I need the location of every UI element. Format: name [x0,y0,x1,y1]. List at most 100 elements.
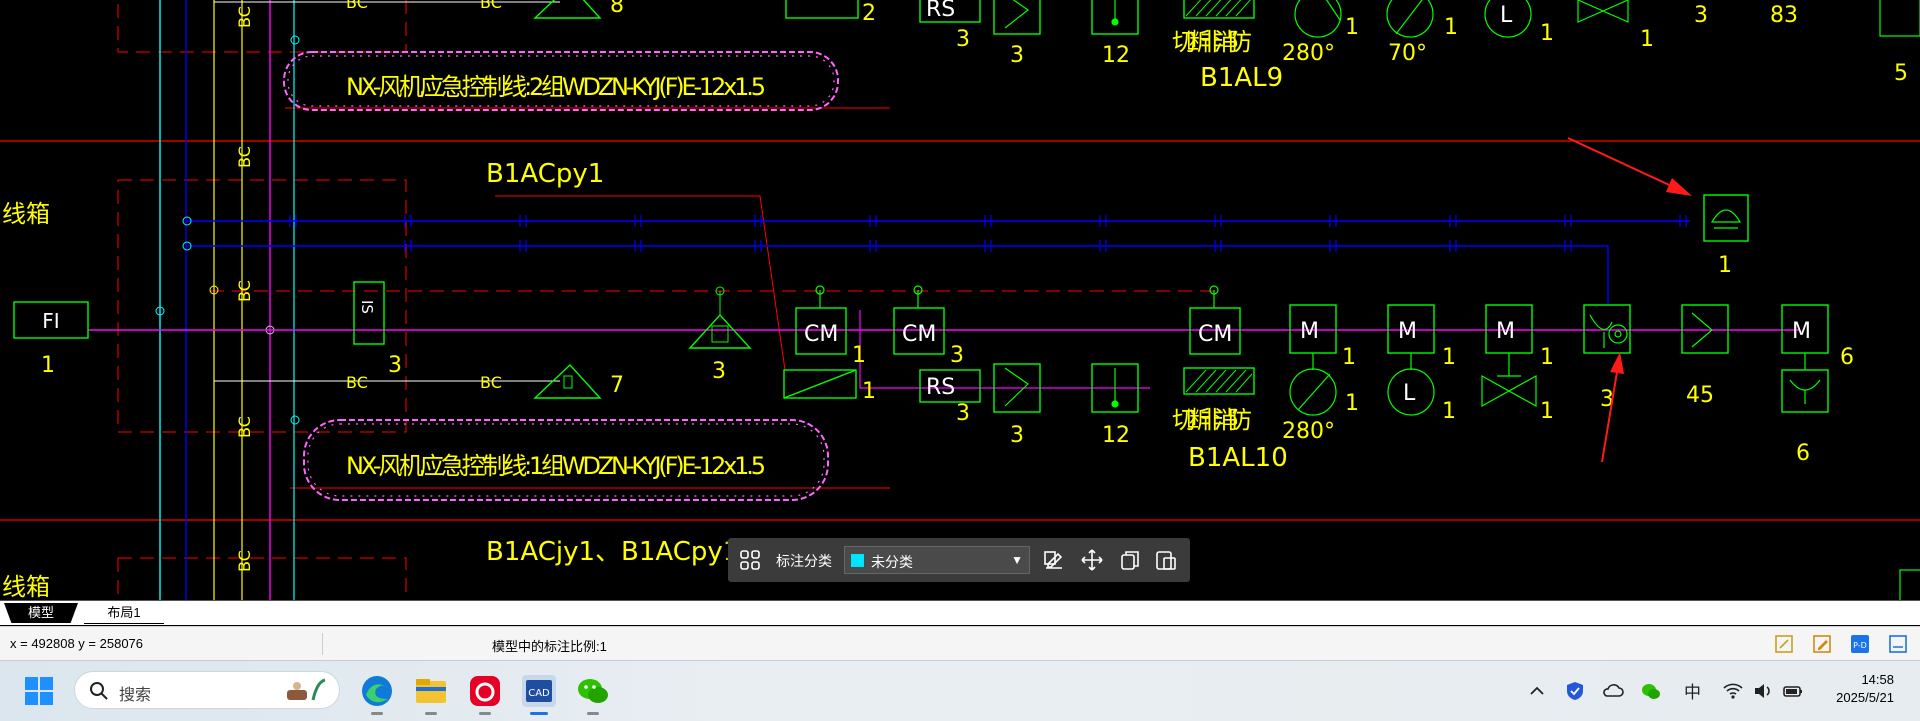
circuit-label-b1acpy1: B1ACpy1 [486,159,604,189]
tab-layout1[interactable]: 布局1 [84,603,164,624]
count-label: 5 [1894,61,1908,86]
cm-label: CM [1198,322,1232,347]
motor-accessories [1289,0,1920,600]
fi-label: FI [42,309,59,333]
edge-icon[interactable] [358,673,396,715]
box-label: 线箱 [2,573,50,600]
fire-valve-icon[interactable] [688,286,752,349]
is-count: 3 [388,353,402,378]
count-label: 1 [1342,345,1356,370]
netease-music-icon[interactable] [466,673,504,715]
annotation-scale-text: 模型中的标注比例:1 [492,639,607,654]
count-label: 1 [1540,345,1554,370]
svg-text:P-D: P-D [1853,641,1867,650]
count-label: 3 [1694,3,1708,28]
count-label: 3 [956,401,970,426]
svg-text:BC: BC [235,280,254,302]
is-label: IS [358,300,376,314]
system-clock[interactable]: 14:58 2025/5/21 [1836,671,1894,707]
svg-text:BC: BC [480,373,502,392]
speaker-icon[interactable] [533,0,602,19]
ime-indicator[interactable]: 中 [1684,678,1701,703]
count-label: 1 [1345,15,1359,40]
count-label: 45 [1686,383,1714,408]
l-label: L [1403,381,1416,406]
count-label: 1 [1345,391,1359,416]
cutoff-label: 切断非消防 [1172,28,1252,56]
count-label: 1 [862,379,876,404]
dashed-frame [117,557,407,600]
cutoff-block[interactable] [1183,367,1255,395]
svg-text:BC: BC [346,373,368,392]
cloud-text-bottom: NX-风机应急控制线:1组WDZN-KYJ(F)E-12x1.5 [346,452,766,480]
edit-icon[interactable] [1042,548,1066,572]
count-label: 2 [862,1,876,26]
svg-text:BC: BC [235,416,254,438]
count-label: 12 [1102,423,1130,448]
wechat-tray-icon[interactable] [1640,680,1662,702]
telephone-count: 1 [1718,253,1732,278]
wifi-icon[interactable] [1722,680,1744,702]
l-label: L [1500,3,1513,28]
count-label: 3 [1010,423,1024,448]
cad-drawing-canvas[interactable]: FI 1 线箱 线箱 BC BC BC BC BC BC BC BC BC IS… [0,0,1920,600]
motor-label: M [1398,319,1417,344]
annotation-category-select[interactable]: 未分类 ▼ [844,546,1030,574]
search-icon [90,682,108,700]
b1al10-label: B1AL10 [1188,443,1288,473]
control-box[interactable] [785,0,859,19]
annotation-toggle-icon[interactable] [1774,634,1794,654]
svg-text:BC: BC [235,6,254,28]
svg-text:BC: BC [346,0,368,12]
status-divider [322,633,323,655]
annotation-category-label: 标注分类 [776,553,832,569]
paste-icon[interactable] [1154,548,1178,572]
annotation-toolbar: 标注分类 未分类 ▼ [728,538,1190,582]
motor-label: M [1792,319,1811,344]
count-label: 3 [956,27,970,52]
degree-label: 280° [1282,419,1335,444]
wechat-icon[interactable] [574,673,612,715]
coordinate-readout: x = 492808 y = 258076 [10,636,144,651]
count-label: 1 [1540,399,1554,424]
markup-edit-icon[interactable] [1812,634,1832,654]
cad-viewer-icon[interactable]: CAD [520,673,558,715]
clock-time: 14:58 [1861,672,1894,687]
copy-icon[interactable] [1118,548,1142,572]
cm-label: CM [902,322,936,347]
telephone-box[interactable] [1703,194,1749,242]
count-label: 83 [1770,3,1798,28]
defender-icon[interactable] [1564,680,1586,702]
windows-start-icon[interactable] [24,676,54,706]
s-device-box[interactable] [993,0,1041,35]
taskbar-search-box[interactable]: 搜索 [74,671,340,709]
degree-label: 70° [1388,41,1427,66]
speaker-count: 7 [610,373,624,398]
file-explorer-icon[interactable] [412,673,450,715]
cloud-text-top: NX-风机应急控制线:2组WDZN-KYJ(F)E-12x1.5 [346,73,766,101]
battery-icon[interactable] [1782,680,1804,702]
layout-tab-bar: 模型 布局1 [0,600,1920,625]
s-device-box[interactable] [1681,304,1729,354]
fullscreen-icon[interactable] [1888,634,1908,654]
move-icon[interactable] [1080,548,1104,572]
red-leader-line [495,195,786,371]
b1al9-label: B1AL9 [1200,63,1283,93]
circuit-label-b1acjy1: B1ACjy1、B1ACpy1 [486,537,739,567]
count-label: 1 [1442,345,1456,370]
pdf-convert-icon[interactable]: P-D [1850,634,1870,654]
cutoff-block[interactable] [1183,0,1255,19]
count-label: 1 [1640,27,1654,52]
volume-icon[interactable] [1752,680,1774,702]
chevron-up-icon[interactable] [1526,680,1548,702]
tab-model[interactable]: 模型 [4,603,78,623]
revision-cloud[interactable]: NX-风机应急控制线:2组WDZN-KYJ(F)E-12x1.5 [283,51,839,111]
bc-vertical-labels: BC BC BC BC BC [235,6,254,572]
red-arrow [1567,137,1692,196]
grid-icon[interactable] [738,548,762,572]
windows-taskbar: 搜索 CAD 中 14:58 2025/5/21 [0,660,1920,721]
fi-count-label: 1 [41,353,55,378]
svg-text:BC: BC [235,146,254,168]
cloud-icon[interactable] [1602,680,1624,702]
svg-text:BC: BC [480,0,502,12]
